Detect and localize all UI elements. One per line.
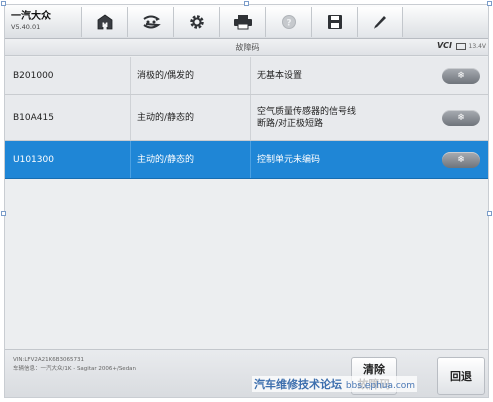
help-button[interactable]: ?	[265, 7, 311, 37]
edit-button[interactable]	[357, 7, 403, 37]
gear-icon	[189, 15, 204, 29]
dtc-code: B201000	[13, 70, 54, 81]
dtc-code: U101300	[13, 154, 54, 165]
dtc-code: B10A415	[13, 112, 54, 123]
dtc-table: B201000 消极的/偶发的 无基本设置 ❄ B10A415 主动的/静态的 …	[5, 57, 488, 179]
vin-text: VIN:LFV2A21K6B3065731	[13, 357, 84, 363]
toolbar-buttons: M ?	[81, 7, 403, 37]
snowflake-icon: ❄	[457, 112, 465, 123]
watermark: 汽车维修技术论坛 bbs.ephua.com	[252, 376, 418, 392]
freeze-frame-button[interactable]: ❄	[442, 109, 480, 126]
help-icon: ?	[281, 15, 296, 29]
dtc-status: 消极的/偶发的	[130, 57, 250, 94]
svg-text:?: ?	[286, 19, 291, 29]
vehicle-swap-button[interactable]	[127, 7, 173, 37]
resize-handle[interactable]	[244, 1, 249, 6]
snowflake-icon: ❄	[457, 154, 465, 165]
home-button[interactable]: M	[81, 7, 127, 37]
freeze-frame-button[interactable]: ❄	[442, 67, 480, 84]
resize-handle[interactable]	[487, 211, 492, 216]
printer-icon	[233, 15, 252, 30]
voltage-readout: 13.4V	[468, 43, 486, 50]
app-window: 一汽大众 V5.40.01 M ? 故障码 VCI 13.4V B201000 …	[4, 4, 489, 398]
dtc-status: 主动的/静态的	[130, 141, 250, 178]
resize-handle[interactable]	[1, 211, 6, 216]
snowflake-icon: ❄	[457, 70, 465, 81]
vehicle-name: 一汽大众	[11, 11, 51, 22]
svg-text:M: M	[102, 22, 108, 29]
vehicle-swap-icon	[142, 15, 161, 29]
save-button[interactable]	[311, 7, 357, 37]
vci-indicator: VCI	[436, 41, 452, 50]
table-row[interactable]: B10A415 主动的/静态的 空气质量传感器的信号线 断路/对正极短路 ❄	[5, 95, 488, 141]
home-icon: M	[97, 14, 112, 30]
software-version: V5.40.01	[11, 23, 41, 31]
page-title: 故障码	[235, 43, 260, 52]
back-button[interactable]: 回退	[437, 357, 485, 395]
dtc-status: 主动的/静态的	[130, 95, 250, 140]
resize-handle[interactable]	[487, 1, 492, 6]
freeze-frame-button[interactable]: ❄	[442, 151, 480, 168]
table-row[interactable]: U101300 主动的/静态的 控制单元未编码 ❄	[5, 141, 488, 179]
dtc-description: 空气质量传感器的信号线 断路/对正极短路	[250, 95, 440, 140]
vehicle-info-text: 车辆信息：一汽大众/1K - Sagitar 2006+/Sedan	[13, 366, 137, 372]
table-row[interactable]: B201000 消极的/偶发的 无基本设置 ❄	[5, 57, 488, 95]
title-strip: 故障码 VCI 13.4V	[5, 39, 488, 56]
dtc-description: 无基本设置	[250, 57, 440, 94]
pen-icon	[374, 16, 386, 29]
top-toolbar: 一汽大众 V5.40.01 M ?	[5, 5, 488, 39]
print-button[interactable]	[219, 7, 265, 37]
watermark-text: 汽车维修技术论坛	[254, 378, 342, 391]
vehicle-details: VIN:LFV2A21K6B3065731 车辆信息：一汽大众/1K - Sag…	[13, 356, 136, 374]
battery-icon	[456, 43, 466, 50]
watermark-url: bbs.ephua.com	[345, 381, 416, 391]
dtc-description: 控制单元未编码	[250, 141, 440, 178]
settings-button[interactable]	[173, 7, 219, 37]
save-icon	[327, 15, 342, 29]
resize-handle[interactable]	[1, 1, 6, 6]
vehicle-info: 一汽大众 V5.40.01	[11, 11, 51, 32]
